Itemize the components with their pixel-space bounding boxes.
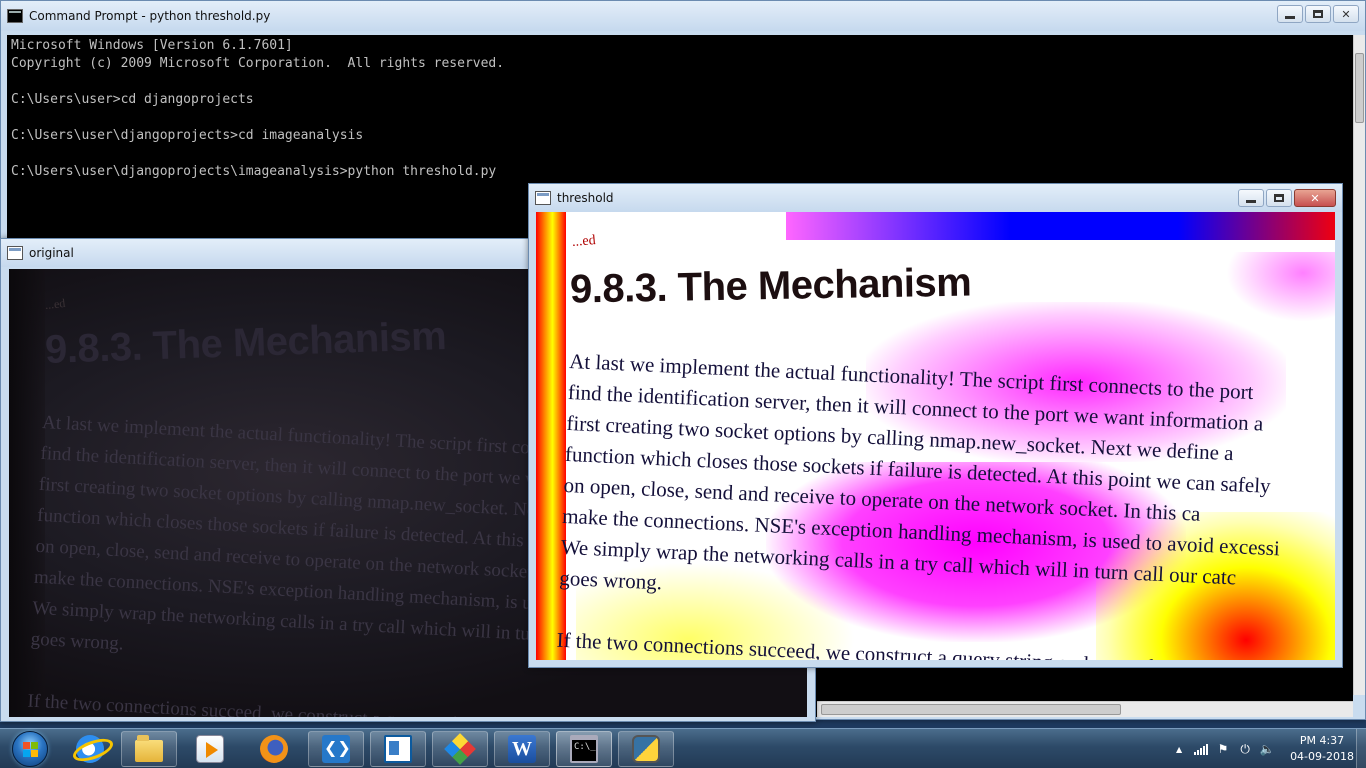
page-pretitle: ...ed — [44, 295, 66, 313]
network-signal-icon[interactable] — [1194, 742, 1209, 756]
minimize-button[interactable] — [1277, 5, 1303, 23]
original-title: original — [29, 246, 74, 260]
clock[interactable]: PM 4:37 04-09-2018 — [1290, 733, 1354, 765]
maximize-button[interactable] — [1305, 5, 1331, 23]
threshold-image-window[interactable]: threshold ✕ ...ed 9.8.3. The Mechanism A… — [528, 183, 1343, 668]
console-line: C:\Users\user>cd djangoprojects — [11, 92, 254, 107]
taskbar-window-app[interactable] — [370, 731, 426, 767]
window-icon — [384, 735, 412, 763]
scrollbar-thumb[interactable] — [1355, 53, 1364, 123]
taskbar-visual-studio-code[interactable] — [308, 731, 364, 767]
console-output: Microsoft Windows [Version 6.1.7601] Copy… — [11, 37, 504, 181]
python-icon — [632, 735, 660, 763]
diamond-icon — [444, 733, 476, 765]
vertical-scrollbar[interactable] — [1353, 35, 1365, 695]
media-player-icon — [196, 735, 224, 763]
clock-time: PM 4:37 — [1299, 734, 1345, 747]
power-plug-icon[interactable]: ⏻ — [1238, 742, 1252, 756]
taskbar-diamond-app[interactable] — [432, 731, 488, 767]
maximize-icon — [1274, 194, 1284, 202]
taskbar-internet-explorer[interactable] — [62, 731, 118, 767]
page-text: At last we implement the actual function… — [555, 346, 1316, 660]
maximize-icon — [1313, 10, 1323, 18]
cmd-icon: C:\_ — [570, 735, 598, 763]
threshold-title: threshold — [557, 191, 614, 205]
taskbar-media-player[interactable] — [182, 731, 238, 767]
cmd-titlebar[interactable]: Command Prompt - python threshold.py ✕ — [1, 1, 1365, 31]
action-center-flag-icon[interactable]: ⚑ — [1216, 742, 1230, 756]
close-button[interactable]: ✕ — [1294, 189, 1336, 207]
page-pretitle: ...ed — [571, 232, 597, 251]
volume-icon[interactable]: 🔈 — [1260, 742, 1275, 756]
window-app-icon — [7, 246, 23, 260]
threshold-titlebar[interactable]: threshold ✕ — [529, 184, 1342, 212]
show-hidden-icons-arrow-icon[interactable]: ▲ — [1172, 742, 1186, 756]
windows-logo-icon — [12, 731, 48, 767]
system-tray: ▲ ⚑ ⏻ 🔈 PM 4:37 04-09-2018 — [1172, 729, 1354, 768]
vscode-icon — [322, 735, 351, 763]
minimize-button[interactable] — [1238, 189, 1264, 207]
taskbar-firefox[interactable] — [246, 731, 302, 767]
taskbar: W C:\_ ▲ ⚑ ⏻ 🔈 PM 4:37 04-09-2018 — [0, 728, 1366, 768]
clock-date: 04-09-2018 — [1290, 750, 1354, 763]
cmd-title: Command Prompt - python threshold.py — [29, 9, 271, 23]
threshold-image: ...ed 9.8.3. The Mechanism At last we im… — [536, 212, 1335, 660]
horizontal-scrollbar[interactable] — [817, 701, 1353, 717]
taskbar-command-prompt[interactable]: C:\_ — [556, 731, 612, 767]
cmd-app-icon — [7, 9, 23, 23]
page-heading: 9.8.3. The Mechanism — [44, 314, 447, 372]
window-app-icon — [535, 191, 551, 205]
minimize-icon — [1285, 15, 1295, 19]
word-icon: W — [508, 735, 536, 763]
show-desktop-button[interactable] — [1356, 729, 1366, 768]
console-line: C:\Users\user\djangoprojects>cd imageana… — [11, 128, 364, 143]
minimize-icon — [1246, 199, 1256, 203]
taskbar-windows-explorer[interactable] — [121, 731, 177, 767]
close-icon: ✕ — [1310, 191, 1320, 205]
firefox-icon — [260, 735, 288, 763]
close-button[interactable]: ✕ — [1333, 5, 1359, 23]
start-button[interactable] — [4, 729, 56, 768]
scrollbar-thumb[interactable] — [821, 704, 1121, 715]
console-line: Microsoft Windows [Version 6.1.7601] — [11, 38, 293, 53]
page-heading: 9.8.3. The Mechanism — [569, 260, 972, 312]
ie-icon — [76, 735, 104, 763]
folder-icon — [135, 735, 163, 762]
taskbar-word[interactable]: W — [494, 731, 550, 767]
console-line: Copyright (c) 2009 Microsoft Corporation… — [11, 56, 505, 71]
maximize-button[interactable] — [1266, 189, 1292, 207]
console-line: C:\Users\user\djangoprojects\imageanalys… — [11, 164, 497, 179]
taskbar-python[interactable] — [618, 731, 674, 767]
